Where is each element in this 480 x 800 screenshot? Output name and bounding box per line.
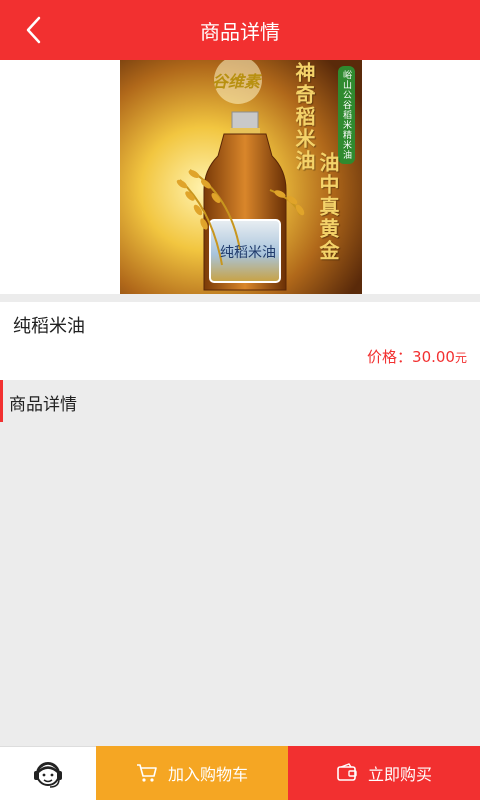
product-name: 纯稻米油 <box>13 316 85 337</box>
customer-service-button[interactable] <box>0 746 96 800</box>
price-value: 30.00 <box>412 348 455 366</box>
back-button[interactable] <box>14 10 54 50</box>
details-section-header: 商品详情 <box>0 380 480 422</box>
poster-tag: 峪山公谷稻米精米油 <box>338 66 355 164</box>
add-to-cart-label: 加入购物车 <box>167 765 248 784</box>
poster-slogan-2: 油中真黄金 <box>316 152 340 262</box>
section-accent-bar <box>0 380 3 422</box>
details-title: 商品详情 <box>9 395 77 415</box>
product-image[interactable]: 谷维素 神奇稻米油 峪山公谷稻米精米油 油中真黄金 纯稻米油 <box>120 60 362 294</box>
buy-now-label: 立即购买 <box>367 765 432 784</box>
top-bar: 商品详情 <box>0 0 480 60</box>
product-info: 纯稻米油 价格：30.00元 <box>0 302 480 380</box>
bottle-label: 纯稻米油 <box>220 245 276 261</box>
buy-now-button[interactable]: 立即购买 <box>288 746 480 800</box>
product-image-area: 谷维素 神奇稻米油 峪山公谷稻米精米油 油中真黄金 纯稻米油 <box>0 60 480 294</box>
price-unit: 元 <box>454 351 467 365</box>
customer-service-icon <box>34 761 62 788</box>
add-to-cart-button[interactable]: 加入购物车 <box>96 746 288 800</box>
wallet-icon <box>336 763 358 783</box>
price-label: 价格： <box>367 348 413 366</box>
brand-logo: 谷维素 <box>212 72 261 91</box>
product-price: 价格：30.00元 <box>367 346 467 367</box>
page-title: 商品详情 <box>200 19 280 44</box>
cart-icon <box>136 763 158 783</box>
section-divider <box>0 294 480 302</box>
chevron-left-icon <box>26 16 41 44</box>
bottom-action-bar: 加入购物车 立即购买 <box>0 746 480 800</box>
